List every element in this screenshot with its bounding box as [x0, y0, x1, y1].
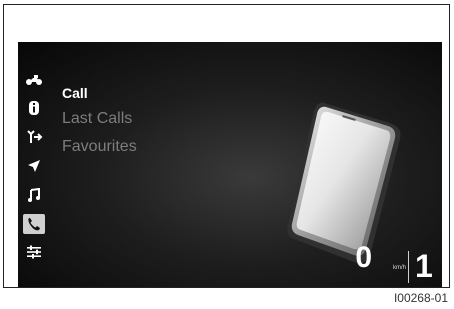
figure-caption: I00268-01 [393, 291, 448, 305]
status-divider [408, 251, 409, 283]
music-note-icon[interactable] [23, 185, 45, 205]
menu-item-favourites[interactable]: Favourites [62, 137, 137, 157]
speed-readout: 0 [355, 241, 372, 274]
menu-item-call[interactable]: Call [62, 83, 88, 103]
motorcycle-icon[interactable] [23, 70, 45, 90]
phone-icon[interactable] [23, 214, 45, 234]
info-icon[interactable] [23, 98, 45, 118]
smartphone-illustration [287, 102, 401, 264]
menu-item-last-calls[interactable]: Last Calls [62, 109, 132, 129]
settings-sliders-icon[interactable] [23, 242, 45, 262]
gear-indicator: 1 [415, 248, 433, 284]
navigation-arrow-icon[interactable] [23, 156, 45, 176]
dashboard-screen: Call Last Calls Favourites 0 km/h 1 [18, 42, 442, 287]
bluetooth-icon[interactable] [23, 127, 45, 147]
speed-unit: km/h [393, 265, 407, 271]
